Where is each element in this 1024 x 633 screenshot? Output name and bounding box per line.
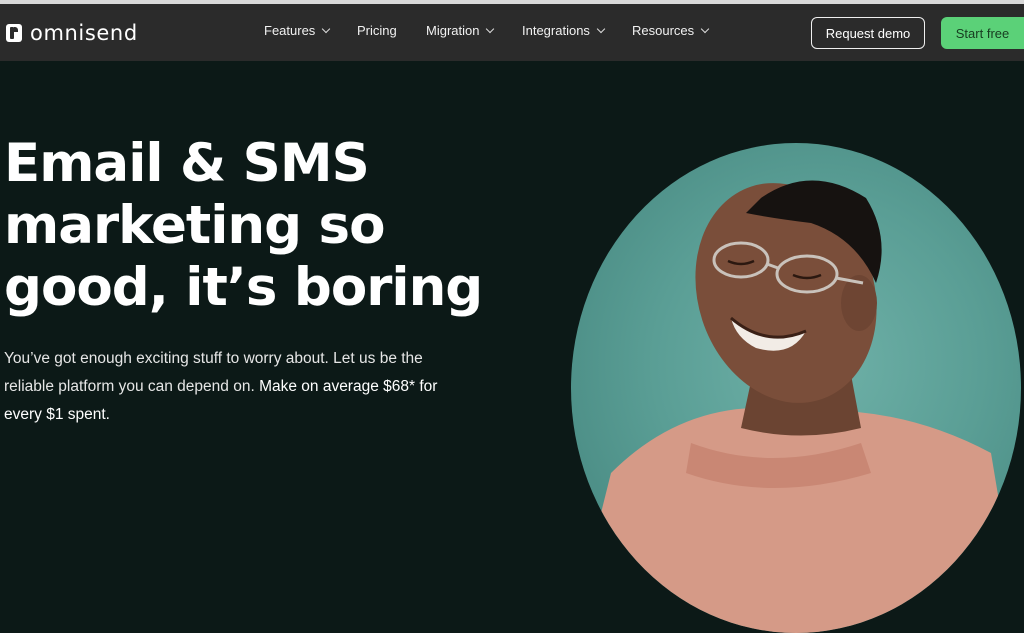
nav-integrations-label: Integrations <box>522 23 590 38</box>
nav-migration-label: Migration <box>426 23 480 38</box>
logo-text: omnisend <box>30 21 138 45</box>
omnisend-logo-icon <box>6 24 22 42</box>
chevron-down-icon <box>700 24 710 33</box>
chevron-down-icon <box>486 24 495 33</box>
nav-features[interactable]: Features <box>264 23 331 38</box>
hero-title-line: marketing so <box>4 195 385 256</box>
nav-features-label: Features <box>264 23 316 38</box>
smiling-man-photo <box>571 180 1021 633</box>
hero-title-line: Email & SMS <box>4 133 370 194</box>
hero-title-line: good, it’s boring <box>4 257 483 318</box>
chevron-down-icon <box>596 24 606 33</box>
nav-integrations[interactable]: Integrations <box>522 23 606 38</box>
hero-image-circle <box>571 143 1021 633</box>
start-free-button[interactable]: Start free <box>941 17 1024 49</box>
request-demo-button[interactable]: Request demo <box>811 17 925 49</box>
chevron-down-icon <box>322 24 331 33</box>
hero-title: Email & SMS marketing so good, it’s bori… <box>4 133 524 319</box>
omnisend-logo[interactable]: omnisend <box>6 21 138 45</box>
nav-migration[interactable]: Migration <box>426 23 495 38</box>
nav-pricing-label: Pricing <box>357 23 397 38</box>
top-navigation: omnisend Features Pricing Migration Inte… <box>0 4 1024 61</box>
nav-resources-label: Resources <box>632 23 695 38</box>
nav-resources[interactable]: Resources <box>632 23 710 38</box>
nav-pricing[interactable]: Pricing <box>357 23 397 38</box>
hero-subtitle: You’ve got enough exciting stuff to worr… <box>4 345 474 429</box>
